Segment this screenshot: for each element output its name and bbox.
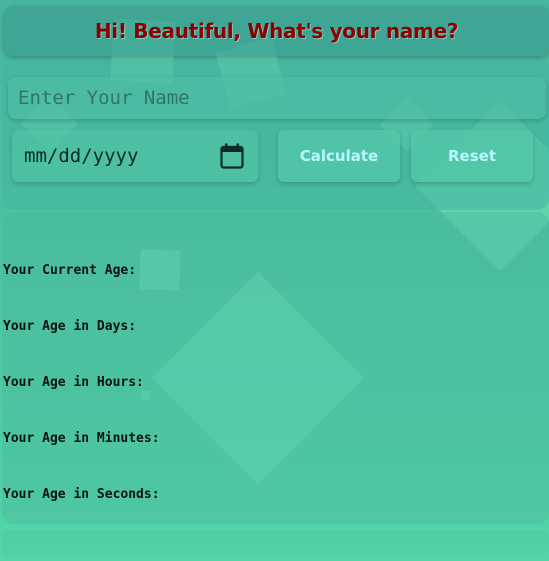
age-seconds-label: Your Age in Seconds: xyxy=(3,487,160,502)
calendar-icon[interactable] xyxy=(220,143,244,169)
birthdate-field[interactable]: mm/dd/yyyy xyxy=(12,130,258,182)
birthdate-value: mm/dd/yyyy xyxy=(24,145,139,167)
age-days-label: Your Age in Days: xyxy=(3,319,137,334)
page-title: Hi! Beautiful, What's your name? xyxy=(94,19,459,43)
age-hours-label: Your Age in Hours: xyxy=(3,375,144,390)
footer-bar xyxy=(2,530,549,556)
calculate-button[interactable]: Calculate xyxy=(278,130,400,182)
current-age-label: Your Current Age: xyxy=(3,263,137,278)
header-bar: Hi! Beautiful, What's your name? xyxy=(4,6,549,56)
name-input[interactable] xyxy=(8,77,546,119)
results-panel xyxy=(2,212,549,524)
age-minutes-label: Your Age in Minutes: xyxy=(3,431,160,446)
reset-button[interactable]: Reset xyxy=(411,130,533,182)
